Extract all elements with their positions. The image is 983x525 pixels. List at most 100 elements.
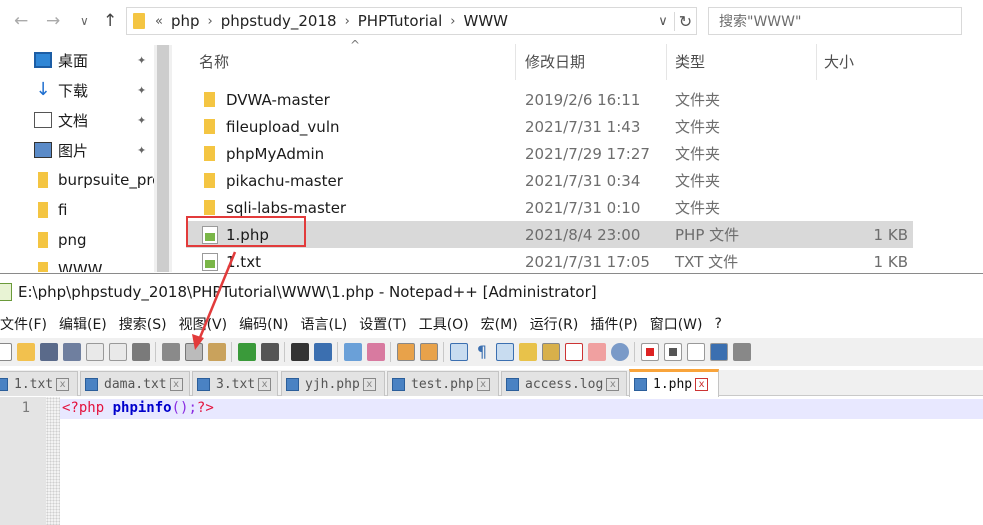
column-divider[interactable] xyxy=(666,44,667,80)
print-icon[interactable] xyxy=(132,343,150,361)
menu-tools[interactable]: 工具(O) xyxy=(413,314,475,334)
folder-as-workspace-icon[interactable] xyxy=(588,343,606,361)
menu-encoding[interactable]: 编码(N) xyxy=(233,314,294,334)
file-name: 1.txt xyxy=(226,252,261,271)
run-macro-multiple-icon[interactable] xyxy=(710,343,728,361)
menu-run[interactable]: 运行(R) xyxy=(524,314,585,334)
tab-access-log[interactable]: access.log x xyxy=(501,371,627,396)
file-row-pikachu[interactable]: pikachu-master 2021/7/31 0:34 文件夹 xyxy=(186,167,913,194)
cut-icon[interactable] xyxy=(162,343,180,361)
zoom-in-icon[interactable] xyxy=(344,343,362,361)
sidebar-item-fi[interactable]: fi xyxy=(0,195,154,225)
menu-help[interactable]: ? xyxy=(709,316,728,332)
refresh-icon[interactable]: ↻ xyxy=(674,11,696,31)
file-row-1-txt[interactable]: 1.txt 2021/7/31 17:05 TXT 文件 1 KB xyxy=(186,248,913,272)
column-divider[interactable] xyxy=(515,44,516,80)
save-icon[interactable] xyxy=(40,343,58,361)
function-list-icon[interactable] xyxy=(565,343,583,361)
record-macro-icon[interactable] xyxy=(641,343,659,361)
breadcrumb-overflow-icon[interactable]: « xyxy=(153,14,165,29)
open-file-icon[interactable] xyxy=(17,343,35,361)
document-map-icon[interactable] xyxy=(542,343,560,361)
code-editor[interactable]: 1 <?php phpinfo();?> xyxy=(0,397,983,525)
menu-file[interactable]: 文件(F) xyxy=(0,314,53,334)
code-line[interactable]: <?php phpinfo();?> xyxy=(62,400,214,416)
fold-margin[interactable] xyxy=(46,397,60,525)
menu-plugins[interactable]: 插件(P) xyxy=(584,314,643,334)
save-all-icon[interactable] xyxy=(63,343,81,361)
show-all-characters-icon[interactable]: ¶ xyxy=(473,343,491,361)
zoom-out-icon[interactable] xyxy=(367,343,385,361)
address-bar[interactable]: « php › phpstudy_2018 › PHPTutorial › WW… xyxy=(126,7,697,35)
breadcrumb-phpstudy[interactable]: phpstudy_2018 xyxy=(215,12,343,30)
undo-icon[interactable] xyxy=(238,343,256,361)
paste-icon[interactable] xyxy=(208,343,226,361)
play-macro-icon[interactable] xyxy=(687,343,705,361)
navigation-scrollbar[interactable] xyxy=(154,45,172,272)
up-folder-icon[interactable]: ↑ xyxy=(103,8,117,34)
sync-horizontal-icon[interactable] xyxy=(420,343,438,361)
document-tabs: 1.txt x dama.txt x 3.txt x yjh.php x tes… xyxy=(0,369,983,397)
close-icon[interactable] xyxy=(86,343,104,361)
close-all-icon[interactable] xyxy=(109,343,127,361)
menu-window[interactable]: 窗口(W) xyxy=(644,314,709,334)
find-icon[interactable] xyxy=(291,343,309,361)
sidebar-item-downloads[interactable]: ↓ 下载 ✦ xyxy=(0,75,154,105)
menu-edit[interactable]: 编辑(E) xyxy=(53,314,113,334)
address-dropdown-icon[interactable]: ∨ xyxy=(652,14,674,29)
menu-view[interactable]: 视图(V) xyxy=(173,314,234,334)
forward-icon[interactable]: → xyxy=(46,8,60,34)
sidebar-item-documents[interactable]: 文档 ✦ xyxy=(0,105,154,135)
column-divider[interactable] xyxy=(816,44,817,80)
define-language-icon[interactable] xyxy=(519,343,537,361)
breadcrumb-phptutorial[interactable]: PHPTutorial xyxy=(352,12,449,30)
column-header-date[interactable]: 修改日期 xyxy=(525,48,585,76)
tab-test-php[interactable]: test.php x xyxy=(387,371,499,396)
breadcrumb-php[interactable]: php xyxy=(165,12,206,30)
tab-yjh-php[interactable]: yjh.php x xyxy=(281,371,385,396)
tab-dama-txt[interactable]: dama.txt x xyxy=(80,371,190,396)
folder-icon xyxy=(38,232,48,248)
menu-language[interactable]: 语言(L) xyxy=(295,314,354,334)
new-file-icon[interactable] xyxy=(0,343,12,361)
save-macro-icon[interactable] xyxy=(733,343,751,361)
file-row-fileupload[interactable]: fileupload_vuln 2021/7/31 1:43 文件夹 xyxy=(186,113,913,140)
replace-icon[interactable] xyxy=(314,343,332,361)
file-row-phpmyadmin[interactable]: phpMyAdmin 2021/7/29 17:27 文件夹 xyxy=(186,140,913,167)
menu-macro[interactable]: 宏(M) xyxy=(475,314,524,334)
tab-close-icon[interactable]: x xyxy=(476,377,490,391)
copy-icon[interactable] xyxy=(185,343,203,361)
redo-icon[interactable] xyxy=(261,343,279,361)
stop-recording-icon[interactable] xyxy=(664,343,682,361)
tab-close-icon[interactable]: x xyxy=(56,377,70,391)
breadcrumb-www[interactable]: WWW xyxy=(457,12,514,30)
back-icon[interactable]: ← xyxy=(14,8,28,34)
search-input[interactable]: 搜索"WWW" xyxy=(708,7,962,35)
sidebar-item-desktop[interactable]: 桌面 ✦ xyxy=(0,45,154,75)
file-row-dvwa[interactable]: DVWA-master 2019/2/6 16:11 文件夹 xyxy=(186,86,913,113)
word-wrap-icon[interactable] xyxy=(450,343,468,361)
monitoring-icon[interactable] xyxy=(611,343,629,361)
tab-1-php[interactable]: 1.php x xyxy=(629,369,719,397)
menu-bar: 文件(F) 编辑(E) 搜索(S) 视图(V) 编码(N) 语言(L) 设置(T… xyxy=(0,311,983,337)
tab-close-icon[interactable]: x xyxy=(362,377,376,391)
tab-close-icon[interactable]: x xyxy=(258,377,272,391)
sync-vertical-icon[interactable] xyxy=(397,343,415,361)
tab-close-icon[interactable]: x xyxy=(606,377,620,391)
column-header-size[interactable]: 大小 xyxy=(824,48,854,76)
indent-guide-icon[interactable] xyxy=(496,343,514,361)
tab-1-txt[interactable]: 1.txt x xyxy=(0,371,78,396)
sidebar-item-pictures[interactable]: 图片 ✦ xyxy=(0,135,154,165)
menu-search[interactable]: 搜索(S) xyxy=(113,314,173,334)
recent-locations-chevron-icon[interactable]: ∨ xyxy=(80,8,89,34)
sidebar-item-www[interactable]: WWW xyxy=(0,255,154,272)
tab-close-icon[interactable]: x xyxy=(695,378,709,391)
scrollbar-thumb[interactable] xyxy=(157,45,169,272)
column-header-name[interactable]: 名称 xyxy=(199,48,229,76)
column-header-type[interactable]: 类型 xyxy=(675,48,705,76)
menu-settings[interactable]: 设置(T) xyxy=(353,314,412,334)
tab-3-txt[interactable]: 3.txt x xyxy=(192,371,278,396)
tab-close-icon[interactable]: x xyxy=(169,377,183,391)
sidebar-item-burpsuite[interactable]: burpsuite_pro xyxy=(0,165,154,195)
sidebar-item-png[interactable]: png xyxy=(0,225,154,255)
